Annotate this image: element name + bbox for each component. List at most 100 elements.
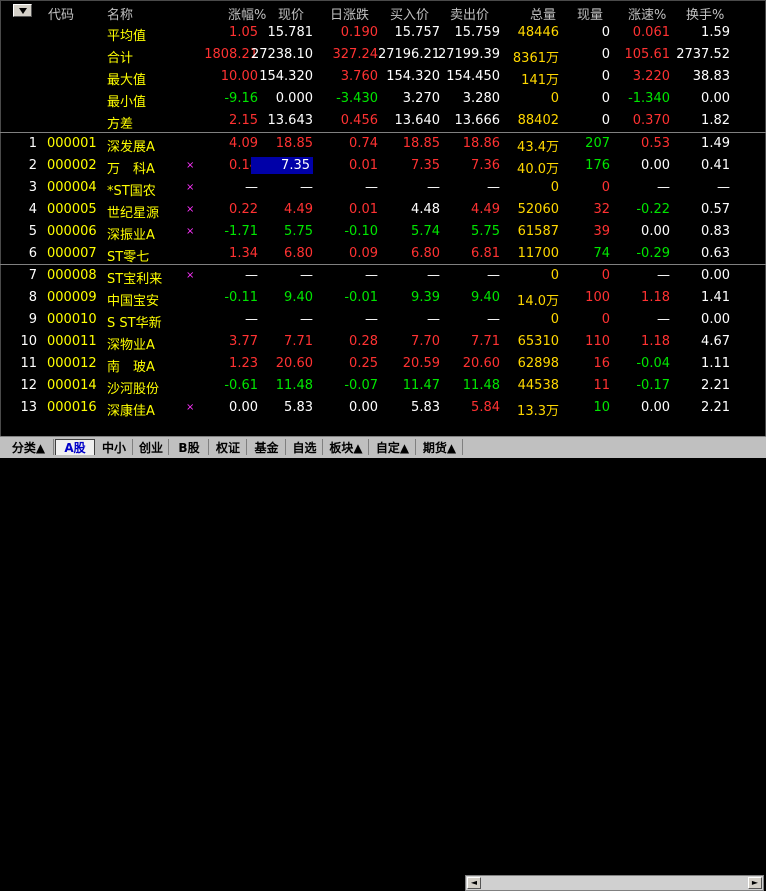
stock-price: — [300, 180, 313, 195]
stock-current-volume: 100 [585, 290, 610, 305]
stock-volume: 65310 [517, 334, 559, 349]
row-number: 13 [20, 400, 37, 415]
stock-code: 000016 [47, 400, 97, 415]
stock-name: 深康佳A [107, 404, 155, 419]
summary-label: 平均值 [107, 29, 147, 44]
header-day-change[interactable]: 日涨跌 [330, 4, 369, 23]
tab-4[interactable]: B股 [170, 439, 209, 455]
stock-speed: 0.00 [641, 158, 670, 173]
tab-8[interactable]: 板块▲ [324, 439, 369, 455]
stock-chg: 0.25 [349, 356, 378, 371]
header-code[interactable]: 代码 [48, 4, 74, 23]
stock-speed: 0.00 [641, 400, 670, 415]
stock-turnover: 0.83 [701, 224, 730, 239]
stock-price: — [300, 268, 313, 283]
header-current-volume[interactable]: 现量 [577, 4, 603, 23]
summary-value: 15.757 [394, 25, 441, 40]
row-number: 2 [28, 158, 37, 173]
horizontal-scrollbar[interactable]: ◄ ► [465, 875, 764, 891]
stock-name: *ST国农 [107, 184, 156, 199]
stock-current-volume: 0 [601, 268, 610, 283]
stock-ask: 7.71 [471, 334, 500, 349]
header-speed[interactable]: 涨速% [628, 4, 666, 23]
stock-turnover: 4.67 [701, 334, 730, 349]
stock-code: 000005 [47, 202, 97, 217]
header-turnover[interactable]: 换手% [686, 4, 724, 23]
row-number: 5 [28, 224, 37, 239]
stock-bid: — [427, 268, 440, 283]
stock-name: 沙河股份 [107, 382, 160, 397]
stock-turnover: 2.21 [701, 378, 730, 393]
stock-speed: 0.53 [641, 136, 670, 151]
stock-pct: 4.09 [229, 136, 258, 151]
stock-bid: — [427, 180, 440, 195]
stock-price: 11.48 [275, 378, 313, 393]
stock-ask: 9.40 [471, 290, 500, 305]
summary-value: 0.370 [632, 113, 670, 128]
stock-turnover: 1.41 [701, 290, 730, 305]
summary-value: 2.15 [229, 113, 258, 128]
stock-ask: — [487, 312, 500, 327]
row-number: 10 [20, 334, 37, 349]
stock-code: 000010 [47, 312, 97, 327]
header-ask[interactable]: 卖出价 [450, 4, 489, 23]
header-bid[interactable]: 买入价 [390, 4, 429, 23]
header-volume[interactable]: 总量 [530, 4, 556, 23]
summary-value: 27238.10 [250, 47, 313, 62]
header-change-pct[interactable]: 涨幅% [228, 4, 266, 23]
stock-row[interactable]: 8 000009 中国宝安 -0.11 9.40 -0.01 9.39 9.40 14.0万 10… [0, 287, 766, 309]
stock-row[interactable]: 9 000010 S ST华新 — — — — — 0 0 — 0.00 [0, 309, 766, 331]
stock-speed: 1.18 [641, 290, 670, 305]
stock-row[interactable]: 11 000012 南 玻A 1.23 20.60 0.25 20.59 20.60 62898… [0, 353, 766, 375]
stock-chg: 0.09 [349, 246, 378, 261]
scroll-left-button[interactable]: ◄ [467, 877, 481, 889]
stock-chg: — [365, 312, 378, 327]
stock-code: 000008 [47, 268, 97, 283]
stock-row[interactable]: 6 000007 ST零七 1.34 6.80 0.09 6.80 6.81 11700 74 -0… [0, 243, 766, 265]
summary-value: 13.666 [454, 113, 501, 128]
stock-ask: — [487, 268, 500, 283]
stock-name: 世纪星源 [107, 206, 160, 221]
stock-bid: 11.47 [402, 378, 440, 393]
stock-speed: -0.22 [636, 202, 670, 217]
stock-row[interactable]: 12 000014 沙河股份 -0.61 11.48 -0.07 11.47 11.48 445… [0, 375, 766, 397]
dropdown-menu-button[interactable] [13, 4, 32, 17]
tab-10[interactable]: 期货▲ [417, 439, 463, 455]
tab-7[interactable]: 自选 [287, 439, 323, 455]
stock-current-volume: 11 [593, 378, 610, 393]
tab-3[interactable]: 创业 [134, 439, 169, 455]
stock-bid: 20.59 [402, 356, 440, 371]
stock-row[interactable]: 2 000002 万 科A × 0.14 7.35 0.01 7.35 7.36 40.0万 176… [0, 155, 766, 177]
stock-turnover: 0.57 [701, 202, 730, 217]
stock-code: 000011 [47, 334, 97, 349]
summary-value: 0 [601, 91, 610, 106]
scroll-right-button[interactable]: ► [748, 877, 762, 889]
row-number: 12 [20, 378, 37, 393]
tab-6[interactable]: 基金 [248, 439, 286, 455]
tab-2[interactable]: 中小 [96, 439, 133, 455]
summary-label: 方差 [107, 117, 134, 132]
stock-ask: 5.84 [471, 400, 500, 415]
stock-row[interactable]: 4 000005 世纪星源 × 0.22 4.49 0.01 4.48 4.49 52060 32 -… [0, 199, 766, 221]
summary-value: 1.82 [701, 113, 730, 128]
stock-row[interactable]: 5 000006 深振业A × -1.71 5.75 -0.10 5.74 5.75 61587 3… [0, 221, 766, 243]
summary-value: 1.59 [701, 25, 730, 40]
summary-value: 0 [601, 69, 610, 84]
stock-speed: -0.29 [636, 246, 670, 261]
stock-code: 000006 [47, 224, 97, 239]
stock-row[interactable]: 13 000016 深康佳A × 0.00 5.83 0.00 5.83 5.84 13.3万 10… [0, 397, 766, 419]
tab-1[interactable]: A股 [55, 439, 95, 455]
stock-row[interactable]: 3 000004 *ST国农 × — — — — — 0 0 — — [0, 177, 766, 199]
tab-0[interactable]: 分类▲ [4, 439, 54, 455]
header-name[interactable]: 名称 [107, 4, 133, 23]
stock-row[interactable]: 10 000011 深物业A 3.77 7.71 0.28 7.70 7.71 65310 110… [0, 331, 766, 353]
header-price[interactable]: 现价 [278, 4, 304, 23]
stock-pct: 1.34 [229, 246, 258, 261]
stock-row[interactable]: 7 000008 ST宝利来 × — — — — — 0 0 — 0.00 [0, 265, 766, 287]
summary-value: 10.00 [220, 69, 258, 84]
stock-volume: 44538 [517, 378, 559, 393]
tab-9[interactable]: 自定▲ [370, 439, 416, 455]
stock-row[interactable]: 1 000001 深发展A 4.09 18.85 0.74 18.85 18.86 43.4万 2… [0, 133, 766, 155]
summary-value: -9.16 [224, 91, 258, 106]
tab-5[interactable]: 权证 [210, 439, 247, 455]
